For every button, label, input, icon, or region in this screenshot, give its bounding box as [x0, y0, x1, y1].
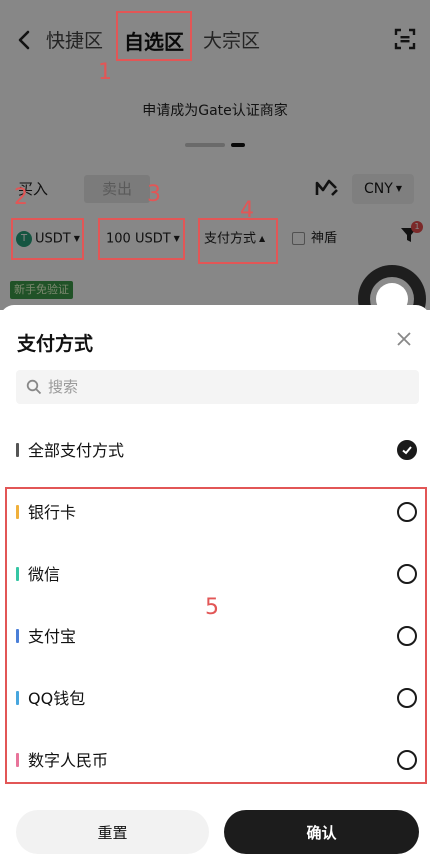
close-icon[interactable]: [396, 331, 412, 347]
annotation-box-1: [116, 11, 192, 61]
payment-option-qq-wallet[interactable]: QQ钱包: [0, 679, 430, 719]
radio-unchecked-icon[interactable]: [397, 502, 417, 522]
annotation-box-2: [11, 218, 84, 260]
radio-unchecked-icon[interactable]: [397, 564, 417, 584]
payment-option-digital-rmb[interactable]: 数字人民币: [0, 741, 430, 781]
sheet-title: 支付方式: [17, 333, 94, 355]
payment-option-bank-card[interactable]: 银行卡: [0, 493, 430, 533]
payment-option-alipay[interactable]: 支付宝: [0, 617, 430, 657]
radio-unchecked-icon[interactable]: [397, 626, 417, 646]
option-label: QQ钱包: [28, 689, 86, 708]
reset-button[interactable]: 重置: [16, 810, 209, 854]
option-color-bar: [16, 629, 19, 643]
option-color-bar: [16, 753, 19, 767]
annotation-box-3: [98, 218, 185, 260]
confirm-button[interactable]: 确认: [224, 810, 419, 854]
annotation-number-2: 2: [14, 185, 28, 210]
option-color-bar: [16, 567, 19, 581]
annotation-number-4: 4: [240, 198, 254, 223]
annotation-number-3: 3: [147, 182, 161, 207]
option-color-bar: [16, 691, 19, 705]
payment-option-all[interactable]: 全部支付方式: [0, 431, 430, 471]
radio-unchecked-icon[interactable]: [397, 750, 417, 770]
option-label: 全部支付方式: [28, 441, 125, 460]
option-label: 支付宝: [28, 627, 77, 646]
search-box: [16, 370, 419, 404]
payment-option-wechat[interactable]: 微信: [0, 555, 430, 595]
option-label: 银行卡: [28, 503, 77, 522]
radio-unchecked-icon[interactable]: [397, 688, 417, 708]
search-input[interactable]: [48, 370, 408, 404]
payment-method-sheet: 支付方式 全部支付方式 5 银行卡 微信 支付宝 QQ钱包: [0, 305, 430, 855]
option-color-bar: [16, 505, 19, 519]
radio-checked-icon[interactable]: [397, 440, 417, 460]
option-label: 数字人民币: [28, 751, 109, 770]
annotation-number-1: 1: [98, 60, 112, 85]
option-color-bar: [16, 443, 19, 457]
option-label: 微信: [28, 565, 61, 584]
search-icon: [26, 379, 42, 395]
annotation-box-4: [198, 218, 278, 264]
